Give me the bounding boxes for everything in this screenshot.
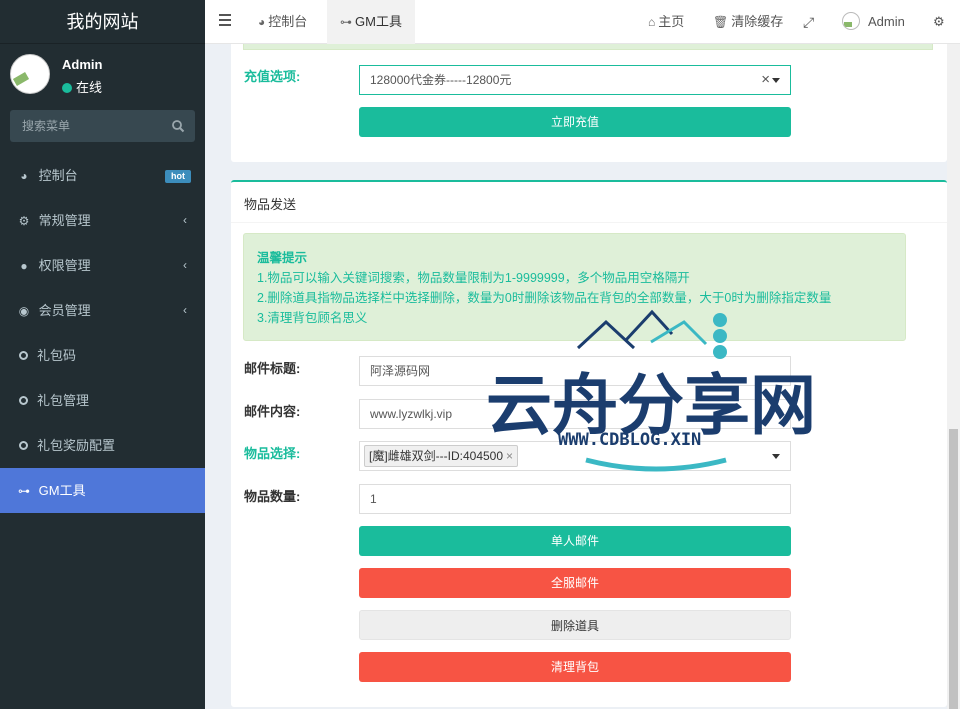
settings-gear-icon[interactable]: ⚙ — [933, 0, 945, 44]
sidebar-item-label: GM工具 — [38, 483, 86, 498]
chevron-left-icon: ‹ — [183, 303, 187, 317]
chevron-left-icon: ‹ — [183, 258, 187, 272]
tips-title: 温馨提示 — [257, 251, 308, 265]
user-avatar — [10, 54, 50, 94]
item-select-label: 物品选择: — [244, 446, 301, 461]
sidebar: 我的网站 Admin 在线 ◕ 控制台 hot ⚙ 常规管理 ‹ ● 权限管理 … — [0, 0, 205, 709]
tab-label: GM工具 — [355, 14, 402, 29]
sidebar-item-gift-code[interactable]: 礼包码 — [0, 333, 205, 378]
mail-title-label: 邮件标题: — [244, 361, 301, 376]
gamepad-icon: ⊶ — [340, 15, 352, 29]
clear-cache-label: 清除缓存 — [731, 14, 784, 29]
user-circle-icon: ◉ — [18, 304, 30, 318]
menu-search-input[interactable] — [10, 110, 160, 142]
chevron-left-icon: ‹ — [183, 213, 187, 227]
fullscreen-icon[interactable]: ⤢ — [803, 0, 814, 44]
watermark-url: WWW.CDBLOG.XIN — [558, 430, 701, 450]
scrollbar-thumb[interactable] — [949, 429, 958, 709]
menu-toggle-icon[interactable] — [219, 14, 231, 26]
gamepad-icon: ⊶ — [18, 484, 30, 498]
mail-content-label: 邮件内容: — [244, 404, 301, 419]
search-icon[interactable] — [171, 119, 185, 133]
tab-label: 控制台 — [268, 14, 308, 29]
sidebar-item-dashboard[interactable]: ◕ 控制台 hot — [0, 153, 205, 198]
sidebar-item-label: 会员管理 — [38, 303, 91, 318]
clear-selection-icon[interactable]: × — [761, 66, 770, 94]
sidebar-item-label: 控制台 — [38, 168, 78, 183]
online-dot-icon — [62, 83, 72, 93]
sidebar-item-general[interactable]: ⚙ 常规管理 ‹ — [0, 198, 205, 243]
user-status-label: 在线 — [76, 80, 103, 95]
item-count-input[interactable]: 1 — [359, 484, 791, 514]
sidebar-menu: ◕ 控制台 hot ⚙ 常规管理 ‹ ● 权限管理 ‹ ◉ 会员管理 ‹ 礼包码… — [0, 153, 205, 513]
home-link[interactable]: ⌂ 主页 — [648, 0, 684, 44]
hot-badge: hot — [165, 170, 191, 183]
trash-icon: 🗑 — [713, 15, 729, 29]
home-icon: ⌂ — [648, 15, 656, 29]
user-name: Admin — [62, 57, 103, 72]
user-status: 在线 — [62, 77, 102, 96]
alert-strip — [243, 44, 933, 50]
tips-line: 1.物品可以输入关键词搜索，物品数量限制为1-9999999，多个物品用空格隔开 — [257, 271, 690, 285]
cogs-icon: ⚙ — [18, 214, 30, 228]
sidebar-item-label: 礼包码 — [37, 348, 77, 363]
dashboard-icon: ◕ — [258, 15, 266, 29]
site-logo[interactable]: 我的网站 — [0, 0, 205, 44]
sidebar-item-label: 权限管理 — [38, 258, 91, 273]
sidebar-item-members[interactable]: ◉ 会员管理 ‹ — [0, 288, 205, 333]
header-avatar — [842, 12, 860, 30]
dashboard-icon: ◕ — [20, 169, 28, 183]
item-count-label: 物品数量: — [244, 489, 301, 504]
tab-gm-tools[interactable]: ⊶ GM工具 — [327, 0, 415, 44]
selected-item-label: [魔]雌雄双剑---ID:404500 — [369, 449, 504, 463]
header-user-name: Admin — [868, 14, 905, 29]
watermark-houses — [576, 309, 708, 350]
clear-cache-button[interactable]: 🗑 清除缓存 — [713, 0, 783, 44]
sidebar-item-permissions[interactable]: ● 权限管理 ‹ — [0, 243, 205, 288]
recharge-panel: 充值选项: 128000代金券-----12800元 × 立即充值 — [231, 44, 947, 162]
tab-dashboard[interactable]: ◕ 控制台 — [245, 0, 320, 44]
circle-icon — [19, 441, 28, 450]
divider — [231, 222, 947, 223]
users-icon: ● — [20, 259, 28, 273]
chevron-down-icon — [772, 78, 780, 83]
sidebar-item-gift-reward[interactable]: 礼包奖励配置 — [0, 423, 205, 468]
recharge-selected-value: 128000代金券-----12800元 — [370, 73, 512, 87]
server-mail-button[interactable]: 全服邮件 — [359, 568, 791, 598]
menu-search — [10, 110, 195, 142]
content-scrollbar[interactable] — [947, 44, 960, 709]
recharge-select[interactable]: 128000代金券-----12800元 × — [359, 65, 791, 95]
clear-bag-button[interactable]: 清理背包 — [359, 652, 791, 682]
sidebar-item-gm-tools[interactable]: ⊶ GM工具 — [0, 468, 205, 513]
circle-icon — [19, 351, 28, 360]
user-menu[interactable]: Admin — [842, 0, 905, 44]
delete-item-button[interactable]: 删除道具 — [359, 610, 791, 640]
recharge-button[interactable]: 立即充值 — [359, 107, 791, 137]
sidebar-item-label: 常规管理 — [38, 213, 91, 228]
panel-title: 物品发送 — [244, 197, 297, 212]
sidebar-item-label: 礼包管理 — [37, 393, 90, 408]
sidebar-item-gift-manage[interactable]: 礼包管理 — [0, 378, 205, 423]
watermark-logo: 云舟分享网 WWW.CDBLOG.XIN — [486, 309, 816, 472]
recharge-label: 充值选项: — [244, 69, 301, 84]
user-panel: Admin 在线 — [0, 44, 205, 102]
sidebar-item-label: 礼包奖励配置 — [37, 438, 116, 453]
single-mail-button[interactable]: 单人邮件 — [359, 526, 791, 556]
circle-icon — [19, 396, 28, 405]
top-header: ◕ 控制台 ⊶ GM工具 ⌂ 主页 🗑 清除缓存 ⤢ Admin ⚙ — [205, 0, 960, 44]
home-label: 主页 — [658, 14, 685, 29]
